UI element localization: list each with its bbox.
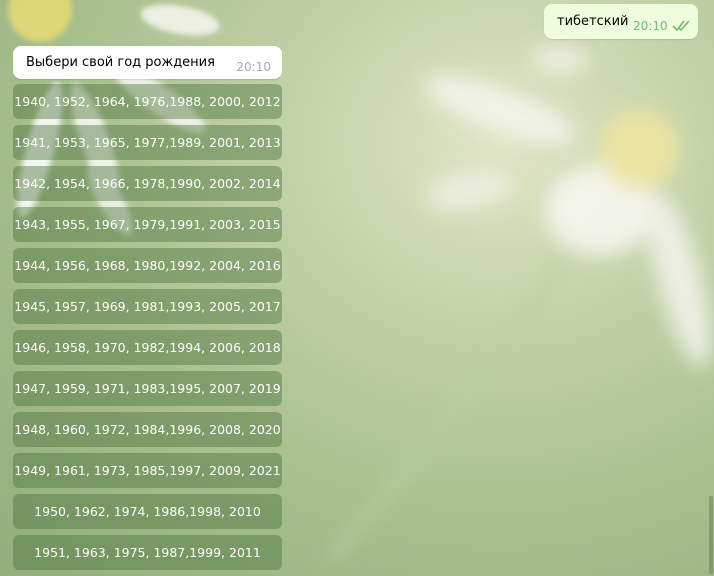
year-button[interactable]: 1948, 1960, 1972, 1984,1996, 2008, 2020 xyxy=(13,412,282,447)
double-check-icon xyxy=(672,20,690,32)
incoming-message-time: 20:10 xyxy=(236,60,271,74)
year-button[interactable]: 1947, 1959, 1971, 1983,1995, 2007, 2019 xyxy=(13,371,282,406)
year-button[interactable]: 1946, 1958, 1970, 1982,1994, 2006, 2018 xyxy=(13,330,282,365)
year-button[interactable]: 1942, 1954, 1966, 1978,1990, 2002, 2014 xyxy=(13,166,282,201)
year-button[interactable]: 1944, 1956, 1968, 1980,1992, 2004, 2016 xyxy=(13,248,282,283)
inline-keyboard: 1940, 1952, 1964, 1976,1988, 2000, 2012 … xyxy=(13,84,282,576)
year-button[interactable]: 1940, 1952, 1964, 1976,1988, 2000, 2012 xyxy=(13,84,282,119)
incoming-message-bubble[interactable]: Выбери свой год рождения 20:10 xyxy=(13,46,282,79)
year-button[interactable]: 1941, 1953, 1965, 1977,1989, 2001, 2013 xyxy=(13,125,282,160)
year-button[interactable]: 1945, 1957, 1969, 1981,1993, 2005, 2017 xyxy=(13,289,282,324)
outgoing-message-bubble[interactable]: тибетский 20:10 xyxy=(544,4,698,39)
year-button[interactable]: 1950, 1962, 1974, 1986,1998, 2010 xyxy=(13,494,282,529)
year-button[interactable]: 1943, 1955, 1967, 1979,1991, 2003, 2015 xyxy=(13,207,282,242)
outgoing-message-time: 20:10 xyxy=(633,19,668,33)
year-button[interactable]: 1951, 1963, 1975, 1987,1999, 2011 xyxy=(13,535,282,570)
incoming-message-text: Выбери свой год рождения xyxy=(26,55,215,70)
outgoing-message-text: тибетский xyxy=(557,14,629,29)
scrollbar-thumb[interactable] xyxy=(709,496,713,574)
scrollbar-track[interactable] xyxy=(708,0,714,576)
year-button[interactable]: 1949, 1961, 1973, 1985,1997, 2009, 2021 xyxy=(13,453,282,488)
chat-area: тибетский 20:10 Выбери свой год рождения… xyxy=(0,0,714,576)
